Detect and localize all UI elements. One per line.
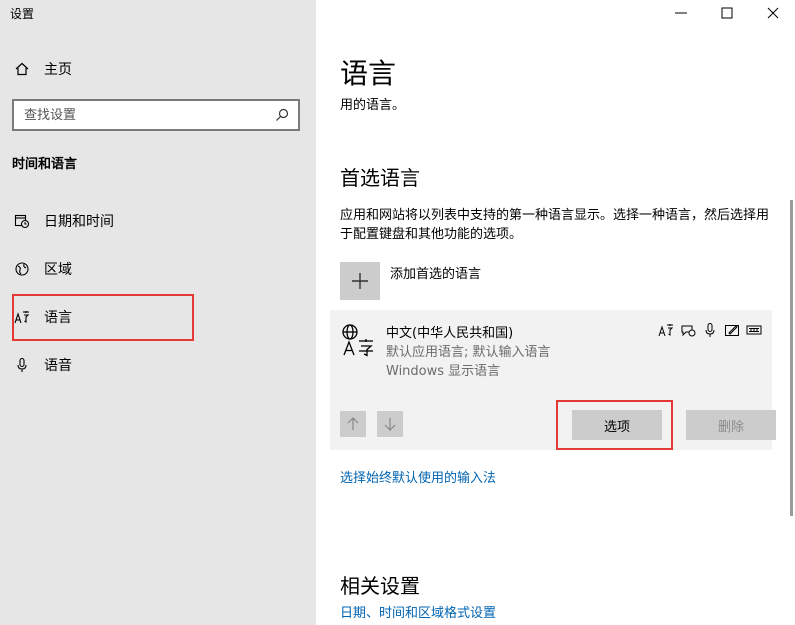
language-name: 中文(中华人民共和国): [386, 326, 514, 341]
preferred-languages-heading: 首选语言: [340, 166, 420, 190]
home-icon: [12, 59, 32, 79]
minimize-icon: [675, 12, 687, 14]
page-subtitle: 用的语言。: [340, 98, 406, 113]
input-method-link[interactable]: 选择始终默认使用的输入法: [340, 467, 496, 486]
section-title: 时间和语言: [12, 157, 78, 172]
maximize-button[interactable]: [712, 2, 742, 24]
sidebar-item-date-time[interactable]: 日期和时间: [12, 210, 114, 232]
highlight-box-options: [556, 400, 673, 450]
move-down-button[interactable]: [377, 411, 403, 437]
display-language-icon: [658, 322, 674, 338]
maximize-icon: [721, 7, 733, 19]
language-display: Windows 显示语言: [386, 364, 501, 379]
keyboard-icon: [746, 322, 762, 338]
page-title: 语言: [340, 57, 397, 90]
handwriting-icon: [724, 322, 740, 338]
globe-icon: [12, 259, 32, 279]
sidebar-item-label: 日期和时间: [44, 214, 114, 230]
arrow-up-icon: [347, 417, 359, 430]
preferred-languages-description: 应用和网站将以列表中支持的第一种语言显示。选择一种语言，然后选择用于配置键盘和其…: [340, 208, 770, 242]
scrollbar[interactable]: [790, 200, 793, 516]
close-icon: [767, 7, 779, 19]
add-language-button[interactable]: [340, 262, 380, 300]
sidebar-item-label: 主页: [44, 62, 72, 78]
related-settings-heading: 相关设置: [340, 574, 420, 598]
date-time-region-link[interactable]: 日期、时间和区域格式设置: [340, 602, 496, 621]
search-icon[interactable]: [274, 107, 290, 123]
remove-button[interactable]: 删除: [686, 410, 776, 440]
speech-recognition-icon: [680, 322, 696, 338]
arrow-down-icon: [384, 418, 396, 431]
sidebar-item-region[interactable]: 区域: [12, 258, 72, 280]
sidebar-item-label: 语音: [44, 358, 72, 374]
sidebar-item-home[interactable]: 主页: [12, 58, 72, 80]
add-language-label[interactable]: 添加首选的语言: [390, 263, 481, 282]
move-up-button[interactable]: [340, 411, 366, 437]
language-glyph-icon: [340, 322, 376, 358]
microphone-icon: [12, 355, 32, 375]
search-box[interactable]: [12, 99, 300, 131]
language-features: [658, 322, 762, 338]
calendar-clock-icon: [12, 211, 32, 231]
language-card[interactable]: 中文(中华人民共和国) 默认应用语言; 默认输入语言 Windows 显示语言: [330, 310, 776, 450]
sidebar-item-speech[interactable]: 语音: [12, 354, 72, 376]
minimize-button[interactable]: [666, 2, 696, 24]
microphone-icon: [702, 322, 718, 338]
sidebar-item-label: 区域: [44, 262, 72, 278]
close-button[interactable]: [758, 2, 788, 24]
language-defaults: 默认应用语言; 默认输入语言: [386, 345, 551, 360]
sidebar: 设置 主页 时间和语言 日期和时间 区域 语言 语音: [0, 0, 316, 625]
search-input[interactable]: [24, 107, 274, 123]
main-content: 语言 用的语言。 首选语言 应用和网站将以列表中支持的第一种语言显示。选择一种语…: [316, 0, 795, 625]
plus-icon: [352, 273, 368, 289]
highlight-box-language: [12, 294, 194, 341]
app-title: 设置: [10, 7, 35, 21]
